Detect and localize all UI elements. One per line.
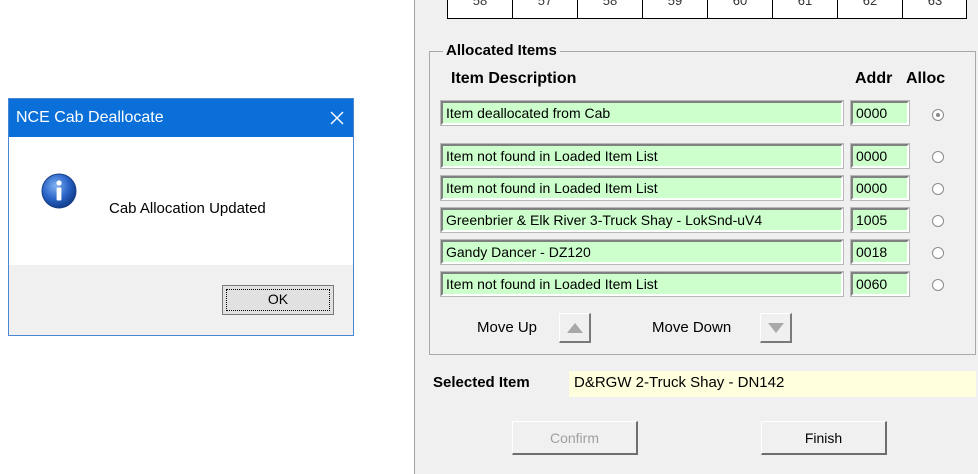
grid-cell-label: 58 — [602, 0, 618, 8]
grid-cell[interactable]: 63 — [903, 0, 967, 18]
grid-cell[interactable]: 58 — [578, 0, 643, 18]
alloc-radio[interactable] — [932, 247, 944, 259]
item-addr-text: 0018 — [856, 244, 888, 260]
grid-cell[interactable]: 59 — [643, 0, 708, 18]
item-description-header: Item Description — [451, 70, 577, 87]
close-icon[interactable] — [325, 106, 349, 130]
dialog-title: NCE Cab Deallocate — [16, 109, 164, 126]
dialog-message: Cab Allocation Updated — [109, 200, 266, 217]
allocated-items-group — [429, 51, 976, 355]
dialog-title-bar[interactable]: NCE Cab Deallocate — [9, 99, 353, 137]
alloc-header: Alloc — [906, 70, 946, 87]
item-description-field[interactable]: Gandy Dancer - DZ120 — [440, 239, 844, 265]
item-addr-field[interactable]: 1005 — [850, 207, 910, 233]
item-description-field[interactable]: Item not found in Loaded Item List — [440, 175, 844, 201]
grid-cell-label: 62 — [862, 0, 878, 8]
confirm-button-label: Confirm — [549, 430, 599, 446]
item-description-text: Gandy Dancer - DZ120 — [446, 244, 591, 260]
move-up-label: Move Up — [477, 319, 538, 336]
selected-item-label: Selected Item — [433, 374, 530, 391]
alloc-radio[interactable] — [932, 183, 944, 195]
confirm-button[interactable]: Confirm — [512, 421, 638, 455]
grid-cell[interactable]: 58 — [448, 0, 513, 18]
item-addr-text: 0000 — [856, 148, 888, 164]
grid-cell-label: 63 — [927, 0, 943, 8]
grid-cell[interactable]: 60 — [708, 0, 773, 18]
item-description-text: Item deallocated from Cab — [446, 105, 611, 121]
item-addr-field[interactable]: 0018 — [850, 239, 910, 265]
selected-item-value: D&RGW 2-Truck Shay - DN142 — [574, 374, 785, 391]
grid-cell-label: 59 — [667, 0, 683, 8]
grid-cell[interactable]: 62 — [838, 0, 903, 18]
alloc-radio[interactable] — [932, 109, 944, 121]
finish-button-label: Finish — [804, 430, 843, 446]
grid-cell[interactable]: 57 — [513, 0, 578, 18]
item-description-text: Greenbrier & Elk River 3-Truck Shay - Lo… — [446, 212, 763, 228]
item-addr-text: 0000 — [856, 180, 888, 196]
item-addr-text: 0060 — [856, 276, 888, 292]
grid-cell-label: 61 — [797, 0, 813, 8]
move-down-button[interactable] — [760, 313, 792, 343]
item-addr-text: 1005 — [856, 212, 888, 228]
item-addr-text: 0000 — [856, 105, 888, 121]
selected-item-field: D&RGW 2-Truck Shay - DN142 — [569, 371, 976, 397]
item-description-text: Item not found in Loaded Item List — [446, 180, 658, 196]
move-down-label: Move Down — [652, 319, 732, 336]
ok-button-label: OK — [267, 291, 289, 307]
finish-button[interactable]: Finish — [761, 421, 887, 455]
item-description-field[interactable]: Item not found in Loaded Item List — [440, 271, 844, 297]
cab-number-grid: 58 57 58 59 60 61 62 63 — [447, 0, 967, 19]
alloc-radio[interactable] — [932, 279, 944, 291]
alloc-radio[interactable] — [932, 151, 944, 163]
item-description-field[interactable]: Item deallocated from Cab — [440, 100, 844, 126]
allocated-items-title: Allocated Items — [443, 42, 560, 59]
item-addr-field[interactable]: 0000 — [850, 100, 910, 126]
arrow-down-icon — [768, 323, 784, 333]
item-description-field[interactable]: Greenbrier & Elk River 3-Truck Shay - Lo… — [440, 207, 844, 233]
ok-button[interactable]: OK — [222, 285, 334, 315]
move-up-button[interactable] — [559, 313, 591, 343]
message-dialog: NCE Cab Deallocate Cab Allocation Update… — [8, 98, 354, 336]
arrow-up-icon — [567, 323, 583, 333]
info-icon — [41, 173, 77, 209]
item-addr-field[interactable]: 0000 — [850, 143, 910, 169]
item-description-field[interactable]: Item not found in Loaded Item List — [440, 143, 844, 169]
grid-cell-label: 60 — [732, 0, 748, 8]
item-addr-field[interactable]: 0060 — [850, 271, 910, 297]
addr-header: Addr — [855, 70, 893, 87]
grid-cell-label: 57 — [537, 0, 553, 8]
item-description-text: Item not found in Loaded Item List — [446, 148, 658, 164]
cab-allocation-form: 58 57 58 59 60 61 62 63 Allocated Items … — [414, 0, 978, 474]
dialog-footer: OK — [9, 265, 353, 335]
grid-cell-label: 58 — [472, 0, 488, 8]
dialog-body: Cab Allocation Updated — [9, 137, 353, 265]
grid-cell[interactable]: 61 — [773, 0, 838, 18]
item-description-text: Item not found in Loaded Item List — [446, 276, 658, 292]
item-addr-field[interactable]: 0000 — [850, 175, 910, 201]
alloc-radio[interactable] — [932, 215, 944, 227]
